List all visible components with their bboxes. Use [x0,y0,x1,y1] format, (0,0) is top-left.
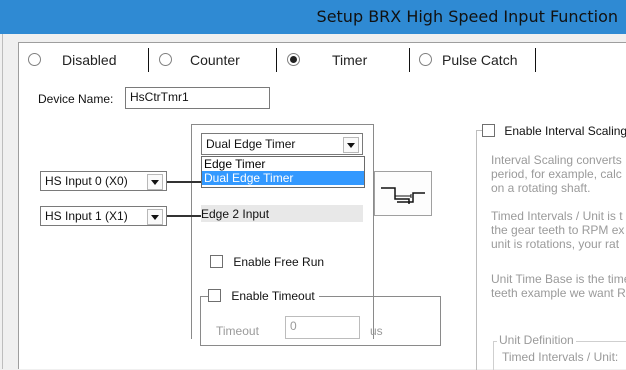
window-title: Setup BRX High Speed Input Function [316,7,618,26]
unit-definition-label: Unit Definition [497,333,576,347]
interval-scaling-option[interactable]: Enable Interval Scaling [482,124,626,138]
input-0-select[interactable]: HS Input 0 (X0) [40,171,167,191]
input-0-value: HS Input 0 (X0) [45,174,128,188]
timer-type-dropdown[interactable]: Edge Timer Dual Edge Timer [201,156,365,188]
radio-pulse-catch-circle[interactable] [419,53,432,66]
interval-help-text: on a rotating shaft. [491,181,591,195]
device-name-label: Device Name: [38,92,114,106]
radio-counter-circle[interactable] [159,53,172,66]
timeout-unit: us [370,324,383,338]
timer-type-select[interactable]: Dual Edge Timer [201,133,363,155]
interval-scaling-checkbox[interactable] [482,124,495,137]
interval-help-text: unit is rotations, your rat [491,237,620,251]
radio-timer-label: Timer [332,52,368,68]
radio-timer[interactable]: Timer [287,52,367,68]
timeout-label: Enable Timeout [231,289,315,303]
interval-help-text: teeth example we want R [491,286,626,300]
interval-help-text: period, for example, calc [491,167,622,181]
interval-help-text: Interval Scaling converts [491,153,622,167]
edge2-input-label: Edge 2 Input [201,207,270,221]
separator [409,48,410,72]
mode-radio-bar: Disabled Counter Timer Pulse Catch [18,42,626,78]
timeout-checkbox[interactable] [208,289,221,302]
chevron-down-icon[interactable] [147,209,163,225]
signal-wire [167,181,201,183]
title-bar: Setup BRX High Speed Input Function [0,0,626,34]
edge2-input-field: Edge 2 Input [201,205,363,222]
radio-disabled-label: Disabled [62,52,117,68]
radio-pulse-catch-label: Pulse Catch [442,52,518,68]
interval-help-text: Unit Time Base is the time [491,272,626,286]
timeout-field-label: Timeout [216,324,259,338]
chevron-down-icon[interactable] [147,174,163,190]
option-dual-edge-timer[interactable]: Dual Edge Timer [202,171,364,185]
input-1-select[interactable]: HS Input 1 (X1) [40,206,167,226]
free-run-label: Enable Free Run [233,255,325,269]
option-edge-timer[interactable]: Edge Timer [202,157,364,171]
timeout-input[interactable]: 0 [285,316,360,339]
interval-help-text: Timed Intervals / Unit is t [491,209,623,223]
signal-wire [167,215,201,217]
separator [148,48,149,72]
timed-intervals-label: Timed Intervals / Unit: [502,350,619,364]
dual-edge-timer-icon [381,187,425,204]
interval-help-text: the gear teeth to RPM ex [491,223,625,237]
free-run-checkbox[interactable] [210,255,223,268]
separator [276,48,277,72]
input-1-value: HS Input 1 (X1) [45,209,128,223]
interval-scaling-label: Enable Interval Scaling [504,124,626,138]
timer-type-value: Dual Edge Timer [206,137,296,151]
radio-disabled[interactable]: Disabled [28,52,116,68]
radio-counter-label: Counter [190,52,240,68]
radio-counter[interactable]: Counter [159,52,240,68]
radio-disabled-circle[interactable] [28,53,41,66]
timing-diagram-button[interactable] [374,171,432,216]
chevron-down-icon[interactable] [343,137,359,153]
separator [535,48,536,72]
device-name-input[interactable]: HsCtrTmr1 [125,87,270,109]
timeout-option[interactable]: Enable Timeout [208,289,319,303]
free-run-option[interactable]: Enable Free Run [210,255,324,269]
radio-pulse-catch[interactable]: Pulse Catch [419,52,517,68]
radio-timer-circle[interactable] [287,53,300,66]
